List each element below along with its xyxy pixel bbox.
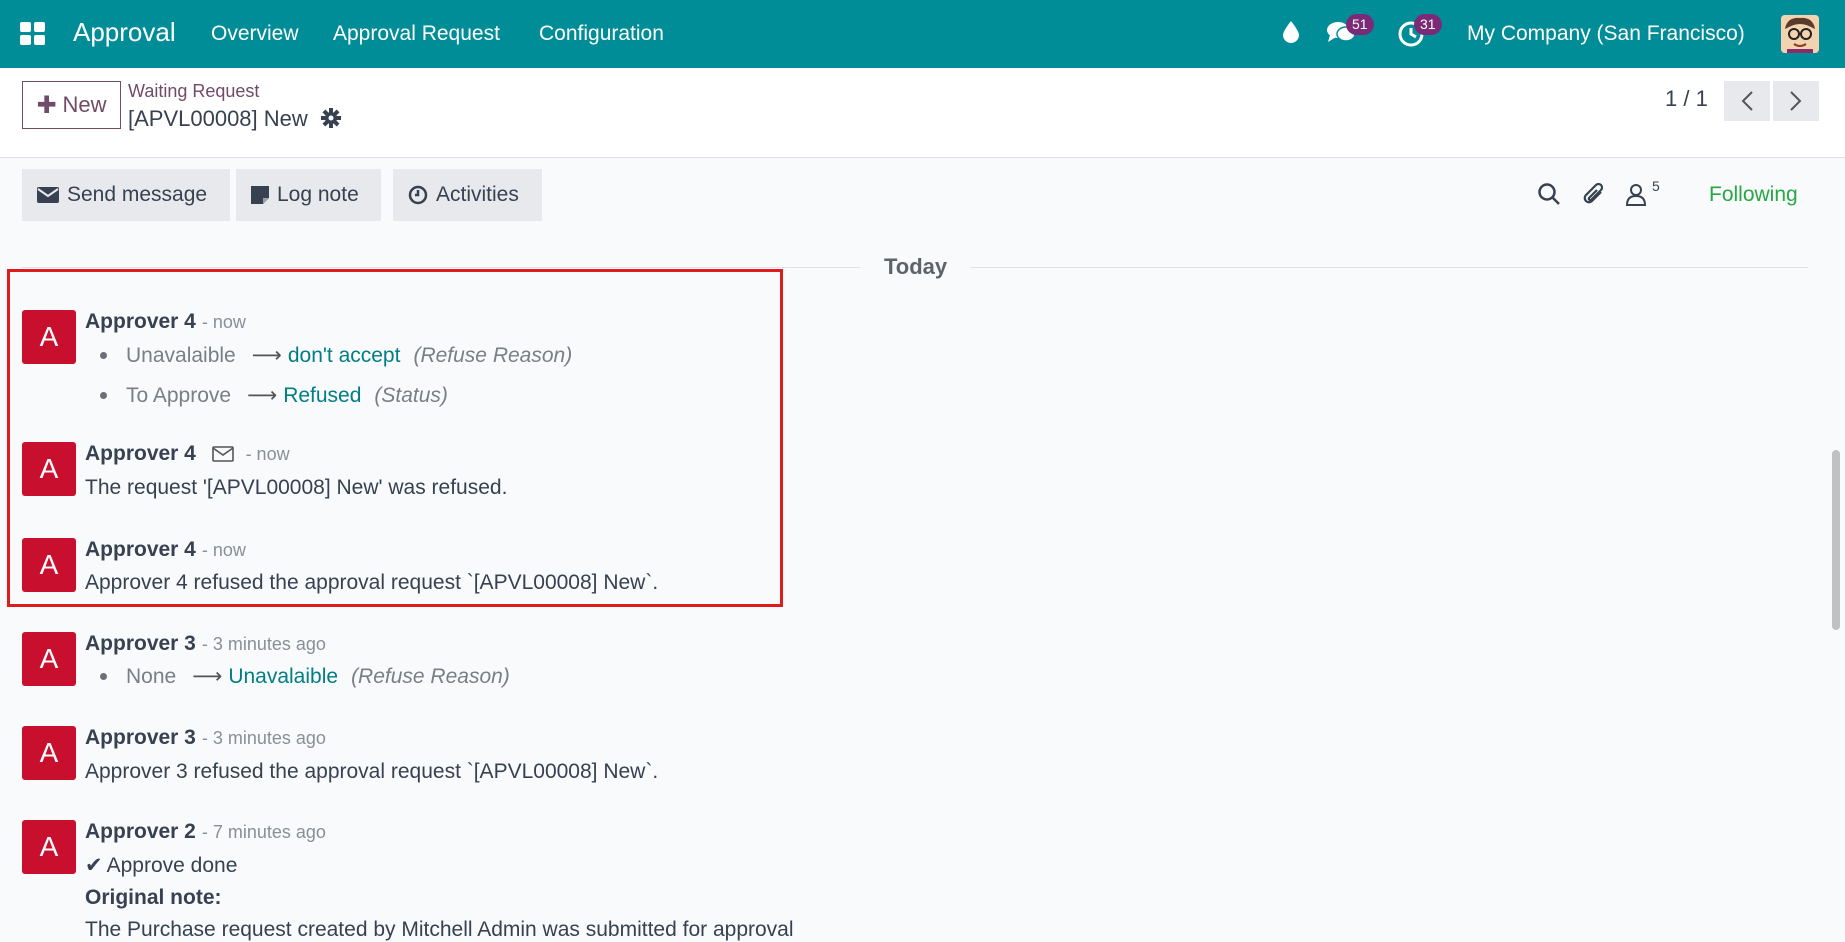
message-author[interactable]: Approver 2- 7 minutes ago [85,820,326,844]
message-author[interactable]: Approver 3- 3 minutes ago [85,726,326,750]
bullet-icon [100,392,107,399]
tracking-old-value: To Approve [126,383,232,407]
top-navbar: Approval Overview Approval Request Confi… [0,0,1845,68]
following-button[interactable]: Following [1709,183,1798,207]
message-body: Approve done [106,854,238,877]
app-brand[interactable]: Approval [73,17,176,48]
message-time: - now [201,312,246,332]
arrow-right-icon: ⟶ [251,344,282,367]
tracking-new-value: Unavalaible [228,664,339,688]
droplet-icon[interactable] [1282,20,1300,49]
user-avatar[interactable] [1781,15,1819,53]
bullet-icon [100,673,107,680]
new-button-label: New [62,92,107,117]
breadcrumb-waiting-request[interactable]: Waiting Request [128,81,259,102]
pager-next-button[interactable] [1773,81,1819,121]
tracking-line: Unavalaible ⟶ don't accept (Refuse Reaso… [100,343,572,368]
author-avatar[interactable]: A [22,632,76,686]
author-avatar[interactable]: A [22,538,76,592]
menu-overview[interactable]: Overview [211,22,299,46]
activities-badge: 31 [1414,14,1442,35]
separator-line-right [970,267,1808,268]
tracking-line: To Approve ⟶ Refused (Status) [100,383,448,408]
activities-button[interactable]: Activities [393,169,542,221]
date-separator: Today [884,254,948,279]
messages-badge: 51 [1346,14,1374,35]
author-avatar[interactable]: A [22,442,76,496]
menu-approval-request[interactable]: Approval Request [333,22,500,46]
tracking-field: (Refuse Reason) [351,664,510,688]
search-icon[interactable] [1537,182,1561,211]
record-title: [APVL00008] New [128,106,308,131]
tracking-line: None ⟶ Unavalaible (Refuse Reason) [100,664,510,689]
message-author[interactable]: Approver 4- now [85,310,246,334]
message-body: Approver 3 refused the approval request … [85,760,659,783]
note-icon [251,186,269,204]
message-author[interactable]: Approver 4 - now [85,442,290,466]
message-body-line: ✔ Approve done [85,853,237,878]
message-time: - 3 minutes ago [201,634,326,654]
arrow-right-icon: ⟶ [247,384,278,407]
paperclip-icon[interactable] [1582,182,1606,213]
apps-menu-icon[interactable] [20,22,46,46]
scrollbar-thumb[interactable] [1832,450,1840,630]
company-switcher[interactable]: My Company (San Francisco) [1467,22,1745,46]
message-time: - 3 minutes ago [201,728,326,748]
log-note-button[interactable]: Log note [236,169,381,221]
author-name[interactable]: Approver 3 [85,726,196,749]
arrow-right-icon: ⟶ [192,665,223,688]
send-message-label: Send message [67,183,208,206]
bullet-icon [100,352,107,359]
author-name[interactable]: Approver 3 [85,632,196,655]
send-message-button[interactable]: Send message [22,169,230,221]
envelope-icon [211,446,234,462]
message-time: - now [201,540,246,560]
activities-clock-icon[interactable]: 31 [1398,14,1442,53]
new-button[interactable]: ✚ New [22,81,121,129]
author-avatar[interactable]: A [22,310,76,364]
message-body: Approver 4 refused the approval request … [85,571,659,594]
pager-value[interactable]: 1 / 1 [1665,86,1708,112]
menu-configuration[interactable]: Configuration [539,22,664,46]
message-time: - 7 minutes ago [201,822,326,842]
message-author[interactable]: Approver 4- now [85,538,246,562]
checkmark-icon: ✔ [85,854,103,877]
author-name[interactable]: Approver 4 [85,442,196,465]
original-note-text: The Purchase request created by Mitchell… [85,918,794,941]
separator-line-left [22,267,860,268]
clock-icon [408,185,428,205]
tracking-new-value: Refused [283,383,362,407]
gear-icon[interactable] [321,108,341,133]
log-note-label: Log note [277,183,359,206]
messages-icon[interactable]: 51 [1326,14,1374,51]
tracking-old-value: Unavalaible [126,343,236,367]
control-panel: ✚ New Waiting Request [APVL00008] New 1 … [0,68,1845,158]
message-body: The request '[APVL00008] New' was refuse… [85,476,508,499]
activities-label: Activities [436,183,519,206]
tracking-old-value: None [126,664,177,688]
original-note-label: Original note: [85,886,222,909]
followers-icon[interactable] [1625,182,1647,211]
author-avatar[interactable]: A [22,820,76,874]
chevron-right-icon [1790,91,1802,111]
message-author[interactable]: Approver 3- 3 minutes ago [85,632,326,656]
pager-previous-button[interactable] [1724,81,1770,121]
tracking-field: (Refuse Reason) [413,343,573,367]
tracking-new-value: don't accept [287,343,401,367]
followers-count: 5 [1652,178,1660,194]
author-name[interactable]: Approver 4 [85,538,196,561]
message-time: - now [245,444,290,464]
tracking-field: (Status) [374,383,448,407]
author-avatar[interactable]: A [22,726,76,780]
author-name[interactable]: Approver 2 [85,820,196,843]
plus-icon: ✚ [36,91,57,119]
envelope-icon [37,187,59,203]
chevron-left-icon [1741,91,1753,111]
author-name[interactable]: Approver 4 [85,310,196,333]
